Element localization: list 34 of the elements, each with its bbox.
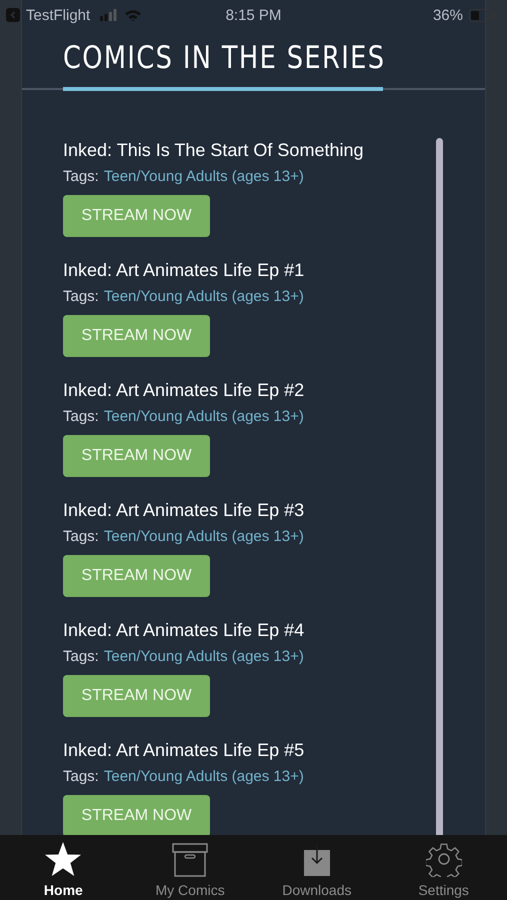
battery-icon (469, 8, 495, 22)
tab-item[interactable]: Downloads (254, 835, 380, 900)
back-app-label[interactable]: TestFlight (26, 6, 90, 24)
comic-title: Inked: Art Animates Life Ep #4 (63, 619, 306, 642)
tag-link[interactable]: Teen/Young Adults (ages 13+) (104, 168, 304, 185)
wifi-icon (124, 8, 142, 22)
star-icon (44, 841, 82, 877)
tags-label: Tags: (63, 168, 99, 185)
back-icon[interactable] (6, 8, 20, 22)
box-icon (172, 843, 208, 877)
settings-icon (426, 841, 462, 877)
comic-title: Inked: This Is The Start Of Something (63, 139, 364, 162)
tag-link[interactable]: Teen/Young Adults (ages 13+) (104, 528, 304, 545)
comic-title: Inked: Art Animates Life Ep #5 (63, 739, 306, 762)
battery-percent: 36% (432, 6, 463, 24)
tag-link[interactable]: Teen/Young Adults (ages 13+) (104, 288, 304, 305)
scrollbar[interactable] (436, 138, 443, 835)
section-title: COMICS IN THE SERIES (63, 40, 386, 76)
tab-item[interactable]: Settings (380, 835, 507, 900)
tags-label: Tags: (63, 648, 99, 665)
tag-link[interactable]: Teen/Young Adults (ages 13+) (104, 768, 304, 785)
comic-title: Inked: Art Animates Life Ep #3 (63, 499, 306, 522)
signal-icon (100, 9, 118, 21)
tag-link[interactable]: Teen/Young Adults (ages 13+) (104, 408, 304, 425)
tab-item[interactable]: Home (0, 835, 127, 900)
tag-link[interactable]: Teen/Young Adults (ages 13+) (104, 648, 304, 665)
tab-item[interactable]: My Comics (126, 835, 254, 900)
tags-label: Tags: (63, 408, 99, 425)
tags-label: Tags: (63, 768, 99, 785)
tags-label: Tags: (63, 288, 99, 305)
comic-title: Inked: Art Animates Life Ep #2 (63, 379, 306, 402)
tags-label: Tags: (63, 528, 99, 545)
comic-title: Inked: Art Animates Life Ep #1 (63, 259, 306, 282)
clock-time: 8:15 PM (226, 6, 282, 24)
